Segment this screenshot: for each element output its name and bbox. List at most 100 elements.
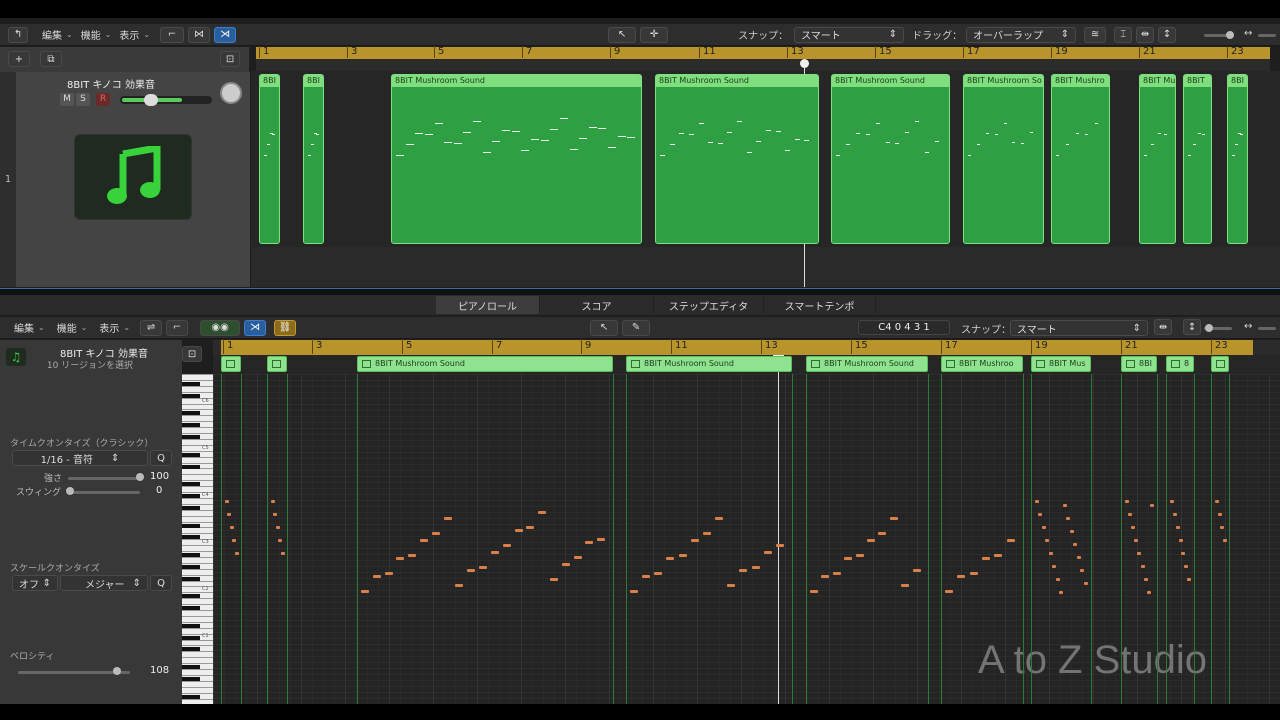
- midi-note[interactable]: [1179, 539, 1183, 542]
- midi-in-icon[interactable]: ◉◉: [200, 319, 241, 336]
- arrange-region[interactable]: 8BIT: [1183, 74, 1212, 244]
- white-key[interactable]: [182, 456, 213, 458]
- midi-note[interactable]: [1070, 530, 1074, 533]
- horizontal-zoom-icon[interactable]: ↔: [1244, 28, 1252, 39]
- drag-select[interactable]: オーバーラップ ⇕: [966, 26, 1077, 43]
- midi-note[interactable]: [385, 572, 393, 575]
- white-key[interactable]: [182, 639, 213, 641]
- white-key[interactable]: [182, 598, 213, 600]
- strength-slider[interactable]: [68, 477, 140, 480]
- black-key[interactable]: [182, 435, 200, 439]
- white-key[interactable]: [182, 468, 213, 470]
- midi-note[interactable]: [1218, 513, 1222, 516]
- midi-note[interactable]: [703, 532, 711, 535]
- piano-keyboard[interactable]: C6 C5 C4 C3 C2 C1: [182, 374, 213, 704]
- midi-note[interactable]: [1187, 578, 1191, 581]
- arrange-region[interactable]: 8BI: [303, 74, 324, 244]
- white-key[interactable]: [182, 374, 213, 375]
- black-key[interactable]: [182, 564, 200, 569]
- midi-note[interactable]: [420, 539, 428, 542]
- midi-note[interactable]: [890, 517, 898, 520]
- scale-type-select[interactable]: メジャー ⇕: [60, 575, 148, 591]
- midi-note[interactable]: [715, 517, 723, 520]
- swing-slider[interactable]: [68, 491, 140, 494]
- vertical-zoom-knob[interactable]: [1205, 324, 1213, 332]
- black-key[interactable]: [182, 623, 200, 628]
- black-key[interactable]: [182, 594, 200, 599]
- midi-note[interactable]: [833, 572, 841, 575]
- arrange-region[interactable]: 8BI: [1227, 74, 1248, 244]
- white-key[interactable]: [182, 391, 213, 393]
- midi-note[interactable]: [752, 566, 760, 569]
- editor-region[interactable]: [267, 356, 287, 372]
- midi-note[interactable]: [444, 517, 452, 520]
- white-key[interactable]: [182, 503, 213, 505]
- midi-note[interactable]: [1176, 526, 1180, 529]
- white-key[interactable]: [182, 527, 213, 529]
- white-key[interactable]: [182, 657, 213, 659]
- white-key[interactable]: [182, 379, 213, 381]
- arrange-region[interactable]: 8BIT Mushro: [1051, 74, 1110, 244]
- pointer-tool-icon[interactable]: ↖: [608, 26, 637, 43]
- horizontal-fit-icon[interactable]: ⇹: [1136, 26, 1155, 43]
- pan-knob[interactable]: [220, 82, 242, 104]
- white-key[interactable]: [182, 533, 213, 535]
- record-button[interactable]: R: [96, 93, 110, 106]
- arrange-region[interactable]: 8BIT Mushroom Sound: [831, 74, 950, 244]
- editor-region[interactable]: 8BIT Mus: [1031, 356, 1091, 372]
- quantize-button[interactable]: Q: [150, 450, 172, 466]
- midi-note[interactable]: [455, 584, 463, 587]
- midi-note[interactable]: [276, 526, 280, 529]
- updown-icon[interactable]: ↕: [1183, 319, 1201, 335]
- white-key[interactable]: [182, 474, 213, 476]
- midi-note[interactable]: [1052, 565, 1056, 568]
- black-key[interactable]: [182, 676, 200, 681]
- swing-knob[interactable]: [66, 487, 74, 495]
- black-key[interactable]: [182, 606, 200, 611]
- mute-button[interactable]: M: [60, 93, 74, 106]
- midi-note[interactable]: [691, 539, 699, 542]
- midi-note[interactable]: [1181, 552, 1185, 555]
- horizontal-zoom-slider[interactable]: [1258, 327, 1276, 330]
- midi-note[interactable]: [230, 526, 234, 529]
- white-key[interactable]: [182, 551, 213, 552]
- midi-note[interactable]: [408, 554, 416, 557]
- midi-note[interactable]: [1128, 513, 1132, 516]
- midi-note[interactable]: [1066, 517, 1070, 520]
- midi-note[interactable]: [1215, 500, 1219, 503]
- midi-note[interactable]: [1147, 591, 1151, 594]
- midi-note[interactable]: [982, 557, 990, 560]
- white-key[interactable]: [182, 462, 213, 464]
- white-key[interactable]: [182, 574, 213, 576]
- white-key[interactable]: [182, 515, 213, 517]
- white-key[interactable]: [182, 680, 213, 682]
- waveform-zoom-icon[interactable]: ≋: [1084, 26, 1107, 43]
- white-key[interactable]: [182, 669, 213, 670]
- volume-slider[interactable]: [120, 94, 212, 106]
- automation-icon[interactable]: ⌐: [160, 26, 185, 43]
- vertical-zoom-icon[interactable]: ⌶: [1114, 26, 1133, 43]
- midi-note[interactable]: [235, 552, 239, 555]
- white-key[interactable]: [182, 486, 213, 488]
- time-quantize-select[interactable]: 1/16 - 音符 ⇕: [12, 450, 148, 466]
- tab-smart-tempo[interactable]: スマートテンポ: [764, 296, 876, 314]
- black-key[interactable]: [182, 381, 200, 386]
- midi-note[interactable]: [1184, 565, 1188, 568]
- midi-note[interactable]: [1056, 578, 1060, 581]
- midi-note[interactable]: [1173, 513, 1177, 516]
- white-key[interactable]: [182, 409, 213, 411]
- midi-note[interactable]: [1059, 591, 1063, 594]
- black-key[interactable]: [182, 635, 200, 640]
- midi-note[interactable]: [225, 500, 229, 503]
- editor-region[interactable]: 8BIT Mushroom Sound: [357, 356, 613, 372]
- midi-note[interactable]: [373, 575, 381, 578]
- midi-note[interactable]: [281, 552, 285, 555]
- updown-icon[interactable]: ↕: [1158, 26, 1177, 43]
- white-key[interactable]: [182, 427, 213, 429]
- white-key[interactable]: [182, 663, 213, 665]
- volume-knob[interactable]: [144, 94, 158, 106]
- white-key[interactable]: [182, 521, 213, 523]
- track-header[interactable]: 8BIT キノコ 効果音 M S R: [16, 72, 250, 287]
- pencil-tool-icon[interactable]: ✎: [622, 319, 651, 336]
- black-key[interactable]: [182, 423, 200, 428]
